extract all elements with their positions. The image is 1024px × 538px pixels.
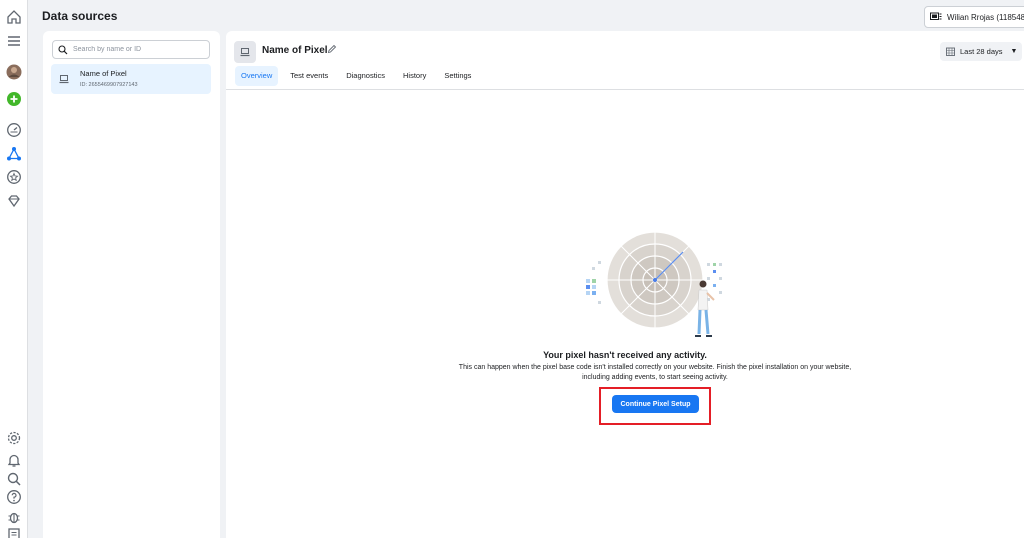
- account-name: Wilian Rrojas (1185483: [947, 12, 1024, 22]
- tab-test-events[interactable]: Test events: [284, 66, 334, 86]
- avatar[interactable]: [4, 62, 24, 82]
- pixel-badge: [234, 41, 256, 63]
- business-account-icon: [930, 12, 942, 20]
- calendar-icon: [946, 47, 955, 56]
- tab-settings[interactable]: Settings: [438, 66, 477, 86]
- add-icon[interactable]: [4, 89, 24, 109]
- search-input[interactable]: [73, 46, 203, 53]
- notifications-icon[interactable]: [4, 450, 24, 470]
- empty-state-title: Your pixel hasn't received any activity.: [543, 350, 707, 360]
- search-icon[interactable]: [4, 469, 24, 489]
- edit-pencil-icon[interactable]: [327, 44, 337, 54]
- date-range-picker[interactable]: Last 28 days ▼: [940, 42, 1022, 61]
- chevron-down-icon: ▼: [1010, 48, 1018, 55]
- tab-overview[interactable]: Overview: [235, 66, 279, 86]
- laptop-icon: [240, 48, 250, 57]
- tab-divider: [226, 89, 1024, 90]
- pixel-name: Name of Pixel: [80, 69, 127, 78]
- tab-history[interactable]: History: [397, 66, 432, 86]
- radar-illustration: [586, 231, 722, 337]
- list-item-pixel[interactable]: Name of Pixel ID: 2655469907927143: [51, 64, 211, 94]
- empty-state-description: This can happen when the pixel base code…: [458, 364, 852, 381]
- help-icon[interactable]: [4, 487, 24, 507]
- menu-icon[interactable]: [4, 31, 24, 51]
- left-nav-rail: [0, 0, 28, 538]
- data-sources-icon[interactable]: [4, 144, 24, 164]
- home-icon[interactable]: [4, 7, 24, 27]
- account-switcher-button[interactable]: Wilian Rrojas (1185483: [924, 6, 1024, 28]
- search-box: [52, 40, 210, 59]
- date-range-label: Last 28 days: [960, 47, 1003, 56]
- tab-diagnostics[interactable]: Diagnostics: [340, 66, 391, 86]
- pixel-title: Name of Pixel: [262, 45, 328, 56]
- page-title: Data sources: [42, 9, 118, 23]
- laptop-icon: [59, 75, 69, 84]
- favorites-icon[interactable]: [4, 167, 24, 187]
- search-icon: [58, 44, 68, 54]
- data-sources-list-panel: Name of Pixel ID: 2655469907927143: [43, 31, 220, 538]
- dashboard-icon[interactable]: [4, 120, 24, 140]
- pages-icon[interactable]: [4, 524, 24, 538]
- tab-bar: Overview Test events Diagnostics History…: [235, 66, 483, 86]
- pixel-id: ID: 2655469907927143: [80, 82, 138, 88]
- diamond-icon[interactable]: [4, 191, 24, 211]
- settings-icon[interactable]: [4, 428, 24, 448]
- highlight-annotation-box: [599, 387, 711, 425]
